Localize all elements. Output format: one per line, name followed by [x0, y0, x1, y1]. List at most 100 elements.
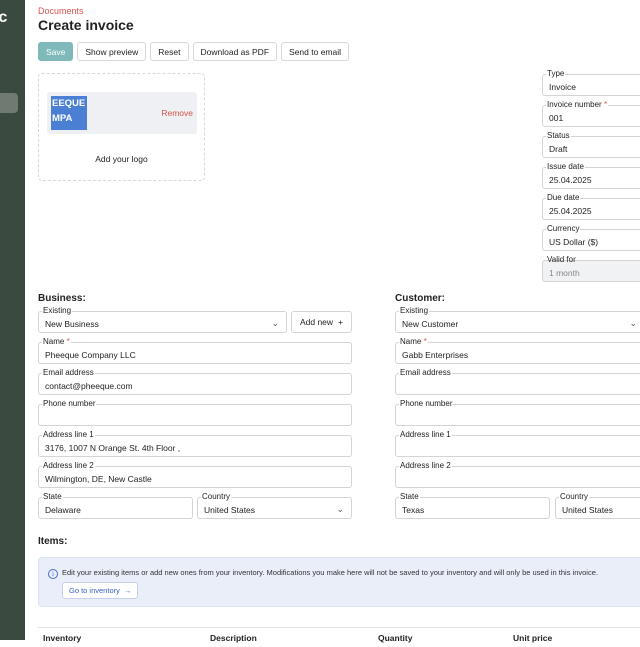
business-address1-value: 3176, 1007 N Orange St. 4th Floor , [45, 443, 181, 453]
main-content: Documents Create invoice Save Show previ… [25, 0, 640, 643]
customer-phone-label: Phone number [399, 399, 454, 408]
customer-name-label: Name [400, 337, 422, 346]
status-value: Draft [549, 144, 568, 154]
business-name-label: Name [43, 337, 65, 346]
logo-upload-card[interactable]: EEQUE MPA Remove Add your logo [38, 73, 205, 181]
business-address2-value: Wilmington, DE, New Castle [45, 474, 152, 484]
customer-existing-select[interactable]: Existing New Customer ⌄ [395, 306, 640, 333]
business-existing-select[interactable]: Existing New Business ⌄ [38, 306, 287, 333]
items-heading: Items: [38, 536, 68, 547]
valid-for-field[interactable]: Valid for 1 month [542, 255, 640, 282]
type-select[interactable]: Type Invoice [542, 69, 640, 96]
customer-name-value: Gabb Enterprises [402, 350, 469, 360]
type-label: Type [546, 69, 566, 78]
customer-name-field[interactable]: Name * Gabb Enterprises [395, 337, 640, 364]
required-marker: * [423, 337, 427, 346]
remove-logo-button[interactable]: Remove [161, 108, 193, 118]
business-phone-field[interactable]: Phone number [38, 399, 352, 426]
company-logo-image: EEQUE MPA [51, 96, 87, 130]
business-address1-label: Address line 1 [42, 430, 95, 439]
go-to-inventory-button[interactable]: Go to inventory → [62, 582, 139, 599]
business-state-value: Delaware [45, 505, 81, 515]
due-date-field[interactable]: Due date 25.04.2025 [542, 193, 640, 220]
due-date-label: Due date [546, 193, 581, 202]
breadcrumb[interactable]: Documents [38, 6, 84, 16]
customer-country-value: United States [562, 505, 614, 515]
customer-email-label: Email address [399, 368, 452, 377]
customer-state-label: State [399, 492, 420, 501]
currency-label: Currency [546, 224, 581, 233]
customer-existing-value: New Customer [402, 319, 459, 329]
reset-button[interactable]: Reset [150, 42, 189, 61]
toolbar: Save Show preview Reset Download as PDF … [38, 42, 350, 61]
required-marker: * [66, 337, 70, 346]
info-icon: i [48, 569, 58, 579]
logo-preview: EEQUE MPA Remove [47, 92, 197, 134]
customer-country-label: Country [559, 492, 590, 501]
customer-existing-label: Existing [399, 306, 430, 315]
customer-heading: Customer: [395, 293, 446, 304]
add-logo-label[interactable]: Add your logo [39, 154, 204, 164]
business-state-label: State [42, 492, 63, 501]
issue-date-value: 25.04.2025 [549, 175, 592, 185]
currency-value: US Dollar ($) [549, 237, 599, 247]
issue-date-label: Issue date [546, 162, 585, 171]
business-address2-field[interactable]: Address line 2 Wilmington, DE, New Castl… [38, 461, 352, 488]
items-table-header: Inventory Description Quantity Unit pric… [38, 627, 640, 647]
business-country-label: Country [201, 492, 232, 501]
customer-address1-field[interactable]: Address line 1 [395, 430, 640, 457]
invoice-number-value: 001 [549, 113, 564, 123]
column-header-inventory: Inventory [43, 633, 82, 643]
chevron-down-icon: ⌄ [336, 504, 344, 514]
business-phone-label: Phone number [42, 399, 97, 408]
download-pdf-button[interactable]: Download as PDF [192, 42, 278, 61]
chevron-down-icon: ⌄ [629, 318, 637, 328]
add-new-business-button[interactable]: Add new + [291, 311, 352, 333]
business-country-select[interactable]: Country United States ⌄ [197, 492, 352, 519]
business-country-value: United States [204, 505, 256, 515]
status-label: Status [546, 131, 571, 140]
add-new-label: Add new [299, 317, 334, 327]
plus-icon: + [338, 317, 344, 327]
issue-date-field[interactable]: Issue date 25.04.2025 [542, 162, 640, 189]
type-value: Invoice [549, 82, 576, 92]
customer-email-field[interactable]: Email address [395, 368, 640, 395]
business-address1-field[interactable]: Address line 1 3176, 1007 N Orange St. 4… [38, 430, 352, 457]
info-text: Edit your existing items or add new ones… [62, 568, 598, 577]
send-email-button[interactable]: Send to email [281, 42, 350, 61]
customer-phone-field[interactable]: Phone number [395, 399, 640, 426]
sidebar-active-item[interactable] [0, 93, 18, 113]
column-header-unit-price: Unit price [513, 633, 553, 643]
business-email-field[interactable]: Email address contact@pheeque.com [38, 368, 352, 395]
show-preview-button[interactable]: Show preview [77, 42, 147, 61]
invoice-number-label: Invoice number [547, 100, 602, 109]
column-header-quantity: Quantity [378, 633, 413, 643]
business-email-label: Email address [42, 368, 95, 377]
invoice-number-field[interactable]: Invoice number * 001 [542, 100, 640, 127]
business-email-value: contact@pheeque.com [45, 381, 133, 391]
currency-select[interactable]: Currency US Dollar ($) [542, 224, 640, 251]
customer-state-field[interactable]: State Texas [395, 492, 550, 519]
column-header-description: Description [210, 633, 257, 643]
page-title: Create invoice [38, 17, 134, 33]
valid-for-placeholder: 1 month [549, 268, 580, 278]
customer-address2-label: Address line 2 [399, 461, 452, 470]
customer-address2-field[interactable]: Address line 2 [395, 461, 640, 488]
required-marker: * [603, 100, 608, 109]
business-name-value: Pheeque Company LLC [45, 350, 136, 360]
business-address2-label: Address line 2 [42, 461, 95, 470]
business-existing-value: New Business [45, 319, 99, 329]
business-state-field[interactable]: State Delaware [38, 492, 193, 519]
business-existing-label: Existing [42, 306, 73, 315]
inventory-info-banner: i Edit your existing items or add new on… [38, 557, 640, 607]
arrow-right-icon: → [123, 586, 132, 595]
business-heading: Business: [38, 293, 86, 304]
save-button[interactable]: Save [38, 42, 74, 61]
customer-country-select[interactable]: Country United States [555, 492, 640, 519]
app-logo[interactable]: ic [0, 9, 7, 27]
status-select[interactable]: Status Draft [542, 131, 640, 158]
sidebar: ic [0, 0, 25, 640]
business-name-field[interactable]: Name * Pheeque Company LLC [38, 337, 352, 364]
due-date-value: 25.04.2025 [549, 206, 592, 216]
go-to-inventory-label: Go to inventory [69, 586, 120, 595]
